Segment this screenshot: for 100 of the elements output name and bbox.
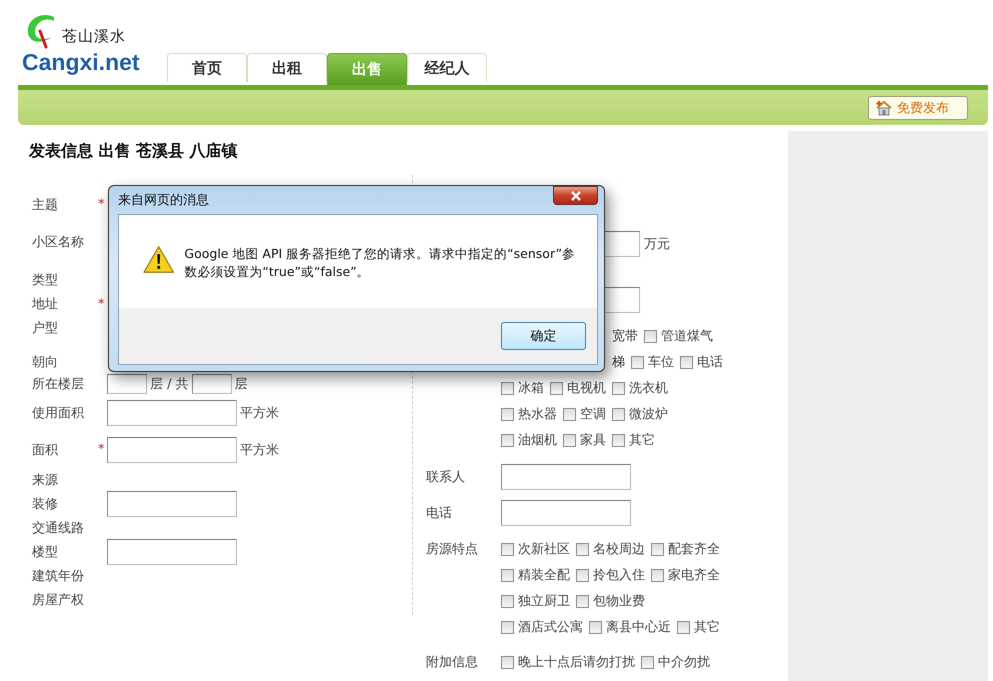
- checkbox-label: 家具: [580, 432, 606, 449]
- checkbox-label: 梯: [612, 354, 625, 371]
- checkbox[interactable]: [550, 382, 563, 394]
- checkbox-label: 精装全配: [518, 567, 570, 584]
- input-field[interactable]: [501, 500, 631, 526]
- ok-button[interactable]: 确定: [501, 322, 586, 350]
- checkbox[interactable]: [612, 382, 625, 394]
- checkbox-label: 洗衣机: [629, 380, 668, 397]
- close-button[interactable]: [553, 186, 598, 205]
- field-label: 主题: [32, 196, 59, 214]
- checkbox-label: 家电齐全: [668, 567, 720, 584]
- checkbox-label: 电视机: [567, 380, 606, 397]
- checkbox[interactable]: [576, 568, 589, 582]
- checkbox[interactable]: [644, 330, 657, 342]
- required-mark: *: [98, 442, 104, 457]
- field-label: 楼型: [32, 544, 59, 561]
- logo-text: Cangxi.net: [22, 49, 140, 76]
- input-field[interactable]: [107, 374, 147, 394]
- checkbox[interactable]: [680, 356, 693, 368]
- field-label: 装修: [32, 496, 59, 513]
- checkbox-label: 油烟机: [518, 432, 557, 449]
- checkbox-label: 晚上十点后请勿打扰: [518, 654, 635, 671]
- checkbox-label: 宽带: [612, 328, 638, 345]
- field-label: 朝向: [32, 354, 59, 371]
- input-field[interactable]: [605, 287, 640, 313]
- field-label: 电话: [426, 506, 452, 521]
- input-field[interactable]: [107, 400, 237, 426]
- checkbox-label: 冰箱: [518, 380, 544, 397]
- page-title: 发表信息 出售 苍溪县 八庙镇: [28, 140, 239, 162]
- input-field[interactable]: [107, 539, 237, 565]
- checkbox-label: 独立厨卫: [518, 593, 570, 610]
- input-field[interactable]: [192, 374, 232, 394]
- checkbox[interactable]: [501, 620, 514, 634]
- unit-label: 层: [234, 376, 248, 393]
- field-label: 小区名称: [32, 234, 85, 250]
- required-mark: *: [98, 197, 104, 212]
- checkbox[interactable]: [631, 356, 644, 368]
- checkbox-label: 配套齐全: [668, 541, 720, 558]
- checkbox[interactable]: [501, 656, 514, 668]
- checkbox-label: 离县中心近: [606, 619, 671, 636]
- checkbox-label: 管道煤气: [661, 328, 713, 345]
- required-mark: *: [98, 296, 104, 312]
- field-label: 附加信息: [426, 655, 478, 670]
- input-field[interactable]: [107, 491, 237, 517]
- input-field[interactable]: [107, 436, 237, 462]
- checkbox-label: 微波炉: [629, 406, 668, 423]
- checkbox-label: 其它: [694, 619, 720, 636]
- checkbox[interactable]: [612, 434, 625, 446]
- nav-tab[interactable]: 经纪人: [407, 53, 487, 82]
- checkbox-label: 酒店式公寓: [518, 619, 583, 636]
- checkbox[interactable]: [641, 656, 654, 668]
- checkbox[interactable]: [563, 408, 576, 420]
- checkbox-label: 车位: [648, 354, 674, 371]
- field-label: 类型: [32, 272, 59, 289]
- field-label: 来源: [32, 472, 59, 489]
- checkbox[interactable]: [576, 594, 589, 608]
- field-label: 房源特点: [426, 542, 478, 557]
- checkbox-label: 热水器: [518, 406, 557, 423]
- checkbox[interactable]: [501, 408, 514, 420]
- checkbox[interactable]: [501, 568, 514, 582]
- checkbox-label: 名校周边: [593, 541, 645, 558]
- checkbox[interactable]: [677, 620, 690, 634]
- checkbox[interactable]: [651, 542, 664, 556]
- field-label: 面积: [32, 442, 59, 458]
- field-label: 联系人: [426, 470, 465, 485]
- field-label: 交通线路: [32, 520, 85, 537]
- checkbox[interactable]: [576, 542, 589, 556]
- checkbox-label: 包物业费: [593, 593, 645, 610]
- checkbox[interactable]: [501, 382, 514, 394]
- dialog-message: Google 地图 API 服务器拒绝了您的请求。请求中指定的“sensor”参数必须设置为“true”或“false”。: [184, 245, 576, 281]
- close-icon: [570, 190, 582, 200]
- checkbox[interactable]: [651, 568, 664, 582]
- checkbox-label: 电话: [697, 354, 723, 371]
- unit-label: 平方米: [240, 404, 279, 422]
- nav-tab[interactable]: 出租: [247, 53, 327, 82]
- field-label: 地址: [32, 296, 59, 313]
- dialog-title: 来自网页的消息: [118, 192, 209, 209]
- checkbox[interactable]: [589, 620, 602, 634]
- unit-label: 层 / 共: [150, 376, 189, 393]
- checkbox[interactable]: [612, 408, 625, 420]
- field-label: 房屋产权: [32, 592, 85, 609]
- input-field[interactable]: [605, 231, 640, 257]
- checkbox[interactable]: [501, 542, 514, 556]
- field-label: 所在楼层: [32, 376, 85, 393]
- logo-tagline: 苍山溪水: [62, 27, 126, 46]
- checkbox[interactable]: [501, 594, 514, 608]
- house-plus-icon: [875, 100, 893, 116]
- field-label: 建筑年份: [32, 568, 85, 585]
- unit-label: 平方米: [240, 442, 279, 458]
- checkbox-label: 空调: [580, 406, 606, 423]
- checkbox[interactable]: [501, 434, 514, 446]
- checkbox[interactable]: [563, 434, 576, 446]
- warning-icon: [143, 245, 174, 274]
- checkbox-label: 次新社区: [518, 541, 570, 558]
- nav-tab[interactable]: 首页: [167, 53, 247, 82]
- unit-label: 万元: [644, 236, 670, 253]
- field-label: 户型: [32, 320, 59, 337]
- input-field[interactable]: [501, 464, 631, 490]
- checkbox-label: 中介勿扰: [658, 654, 710, 671]
- field-label: 使用面积: [32, 404, 85, 422]
